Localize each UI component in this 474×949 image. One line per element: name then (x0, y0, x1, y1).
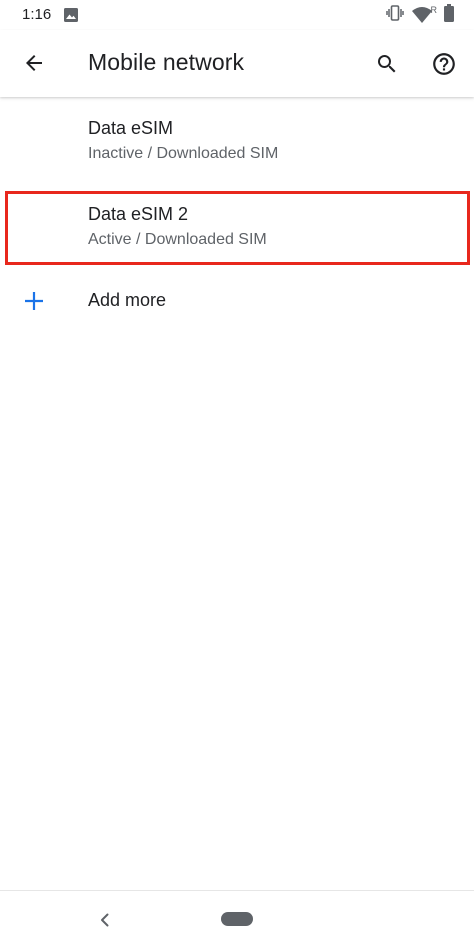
battery-icon (444, 3, 454, 27)
plus-icon (22, 289, 46, 313)
status-bar: 1:16 R (0, 0, 474, 30)
search-icon (378, 55, 396, 73)
wifi-icon (411, 6, 433, 24)
sim-title: Data eSIM 2 (88, 204, 189, 224)
add-more-item[interactable]: Add more (0, 270, 474, 332)
home-pill[interactable] (221, 912, 253, 926)
add-more-label: Add more (88, 290, 167, 310)
status-icons: R (385, 3, 454, 27)
sim-item-data-esim[interactable]: Data eSIM Inactive / Downloaded SIM (0, 97, 474, 183)
search-button[interactable] (370, 47, 404, 81)
arrow-back-icon (26, 55, 42, 71)
navigation-bar (0, 890, 474, 949)
page-title: Mobile network (88, 49, 245, 75)
help-icon (433, 53, 455, 75)
help-button[interactable] (427, 47, 461, 81)
status-time: 1:16 (22, 6, 52, 23)
sim-item-data-esim-2[interactable]: Data eSIM 2 Active / Downloaded SIM (0, 183, 474, 269)
gallery-icon (63, 7, 79, 23)
sim-summary: Active / Downloaded SIM (88, 231, 267, 248)
sim-title: Data eSIM (88, 118, 174, 138)
sim-summary: Inactive / Downloaded SIM (88, 145, 279, 162)
app-bar: Mobile network (0, 30, 474, 97)
nav-back-icon[interactable] (96, 909, 114, 931)
back-button[interactable] (17, 46, 51, 80)
vibrate-icon (385, 4, 404, 26)
